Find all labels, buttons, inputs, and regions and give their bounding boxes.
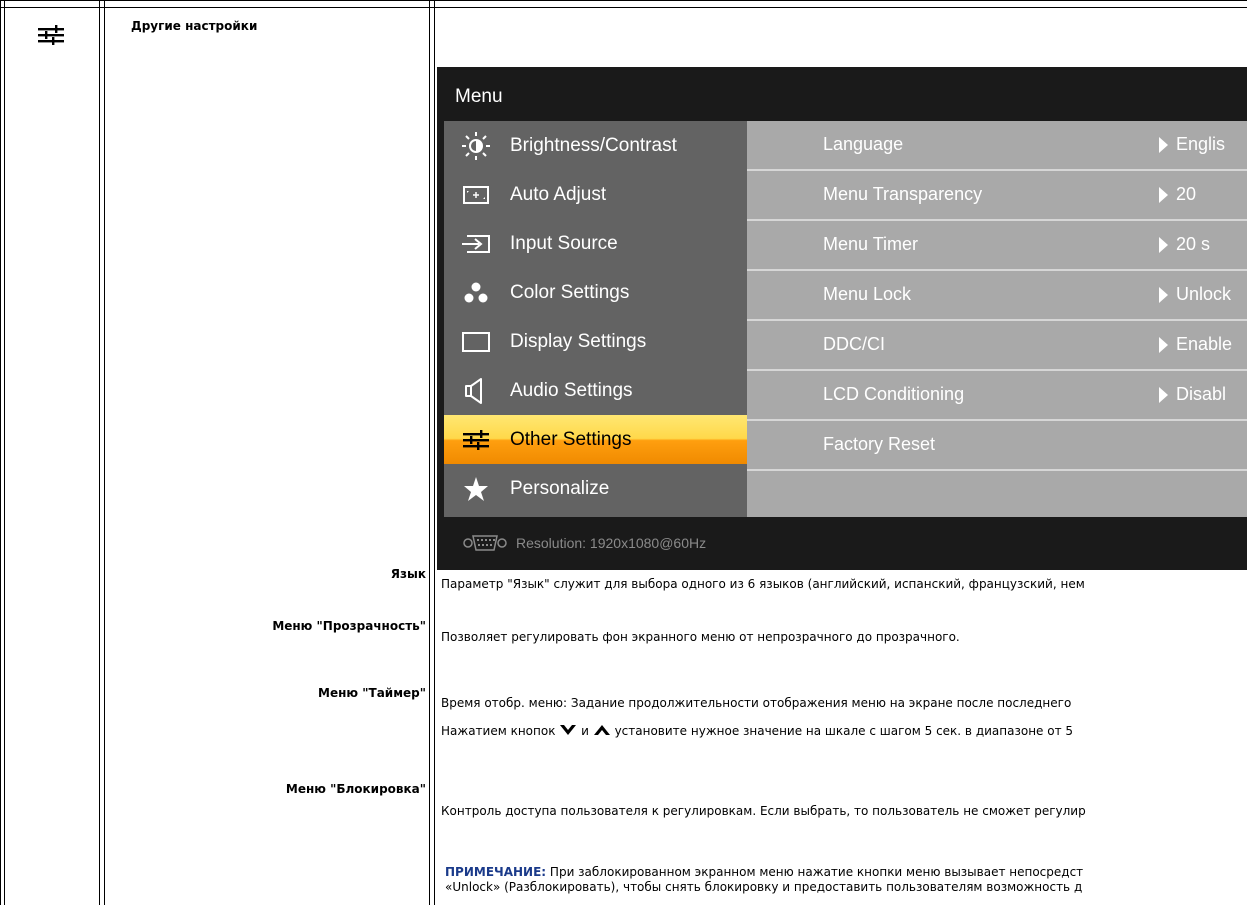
- submenu-label: Menu Transparency: [823, 184, 983, 204]
- menu-item-other-settings[interactable]: Other Settings: [444, 415, 747, 464]
- submenu-label: Factory Reset: [823, 434, 936, 454]
- osd-status-bar: Resolution: 1920x1080@60Hz: [437, 517, 1247, 570]
- submenu-value: Englis: [1176, 134, 1226, 154]
- col-border-2b: [104, 0, 105, 905]
- osd-main-menu: Brightness/Contrast Auto Adjust Input So…: [444, 121, 747, 517]
- desc-lock: Контроль доступа пользователя к регулиро…: [441, 804, 1086, 818]
- submenu-item-factory-reset[interactable]: Factory Reset: [747, 421, 1247, 471]
- menu-item-auto-adjust[interactable]: Auto Adjust: [444, 170, 747, 219]
- resolution-text: Resolution: 1920x1080@60Hz: [516, 535, 707, 551]
- section-title: Другие настройки: [131, 19, 258, 33]
- other-settings-icon: [459, 425, 493, 455]
- brightness-icon: [459, 131, 493, 161]
- desc-timer-2c: установите нужное значение на шкале с ша…: [614, 724, 1074, 738]
- menu-item-display-settings[interactable]: Display Settings: [444, 317, 747, 366]
- arrow-right-icon: [1159, 187, 1168, 203]
- submenu-label: Menu Lock: [823, 284, 912, 304]
- submenu-value: 20 s: [1176, 234, 1211, 254]
- submenu-label: LCD Conditioning: [823, 384, 965, 404]
- label-lock: Меню "Блокировка": [285, 782, 426, 796]
- col-border-3b: [434, 0, 435, 905]
- menu-item-label: Audio Settings: [510, 379, 633, 401]
- desc-timer-2: Нажатием кнопок и установите нужное знач…: [441, 723, 1073, 740]
- submenu-label: DDC/CI: [823, 334, 885, 354]
- arrow-right-icon: [1159, 287, 1168, 303]
- submenu-item-menu-timer[interactable]: Menu Timer 20 s: [747, 221, 1247, 271]
- color-settings-icon: [459, 278, 493, 308]
- col-border-1b: [4, 0, 5, 905]
- menu-item-color-settings[interactable]: Color Settings: [444, 268, 747, 317]
- chevron-down-icon: [559, 723, 577, 740]
- arrow-right-icon: [1159, 387, 1168, 403]
- submenu-value: Unlock: [1176, 284, 1232, 304]
- note-line-2: «Unlock» (Разблокировать), чтобы снять б…: [445, 880, 1083, 894]
- submenu-value: 20: [1176, 184, 1197, 204]
- menu-item-label: Display Settings: [510, 330, 647, 352]
- submenu-label: Menu Timer: [823, 234, 919, 254]
- menu-item-audio-settings[interactable]: Audio Settings: [444, 366, 747, 415]
- submenu-item-language[interactable]: Language Englis: [747, 121, 1247, 171]
- submenu-item-menu-transparency[interactable]: Menu Transparency 20: [747, 171, 1247, 221]
- star-icon: [459, 474, 493, 504]
- label-language: Язык: [390, 567, 426, 581]
- desc-transparency: Позволяет регулировать фон экранного мен…: [441, 630, 960, 644]
- menu-item-label: Personalize: [510, 477, 610, 499]
- menu-item-personalize[interactable]: Personalize: [444, 464, 747, 513]
- submenu-value: Enable: [1176, 334, 1233, 354]
- menu-item-label: Color Settings: [510, 281, 630, 303]
- vga-connector-icon: [462, 533, 508, 556]
- menu-item-brightness-contrast[interactable]: Brightness/Contrast: [444, 121, 747, 170]
- chevron-up-icon: [593, 723, 611, 740]
- menu-item-label: Auto Adjust: [510, 183, 607, 205]
- menu-item-label: Other Settings: [510, 428, 632, 450]
- desc-timer-2b: и: [581, 724, 589, 738]
- other-settings-icon: [36, 24, 66, 46]
- submenu-item-ddc-ci[interactable]: DDC/CI Enable: [747, 321, 1247, 371]
- note-line-1: ПРИМЕЧАНИЕ: При заблокированном экранном…: [445, 865, 1083, 879]
- note-label: ПРИМЕЧАНИЕ:: [445, 865, 547, 879]
- submenu-value: Disabl: [1176, 384, 1227, 404]
- desc-timer-1: Время отобр. меню: Задание продолжительн…: [441, 696, 1072, 710]
- label-transparency: Меню "Прозрачность": [272, 619, 426, 633]
- note-text-1: При заблокированном экранном меню нажати…: [549, 865, 1084, 879]
- desc-timer-2a: Нажатием кнопок: [441, 724, 556, 738]
- arrow-right-icon: [1159, 137, 1168, 153]
- col-border-2: [99, 0, 100, 905]
- submenu-item-lcd-conditioning[interactable]: LCD Conditioning Disabl: [747, 371, 1247, 421]
- submenu-item-menu-lock[interactable]: Menu Lock Unlock: [747, 271, 1247, 321]
- arrow-right-icon: [1159, 237, 1168, 253]
- auto-adjust-icon: [459, 180, 493, 210]
- speaker-icon: [459, 376, 493, 406]
- osd-menu: Menu Brightness/Contrast Auto Adjust Inp…: [437, 67, 1247, 570]
- desc-language: Параметр "Язык" служит для выбора одного…: [441, 577, 1085, 591]
- menu-item-label: Brightness/Contrast: [510, 134, 677, 156]
- display-settings-icon: [459, 327, 493, 357]
- arrow-right-icon: [1159, 337, 1168, 353]
- top-border-2: [0, 7, 1247, 8]
- osd-title: Menu: [455, 86, 503, 107]
- input-source-icon: [459, 229, 493, 259]
- submenu-label: Language: [823, 134, 904, 154]
- label-timer: Меню "Таймер": [318, 686, 426, 700]
- osd-submenu: Language Englis Menu Transparency 20 Men…: [747, 121, 1247, 517]
- menu-item-input-source[interactable]: Input Source: [444, 219, 747, 268]
- col-border-1: [0, 0, 1, 905]
- col-border-3: [429, 0, 430, 905]
- top-border: [0, 0, 1247, 1]
- menu-item-label: Input Source: [510, 232, 618, 254]
